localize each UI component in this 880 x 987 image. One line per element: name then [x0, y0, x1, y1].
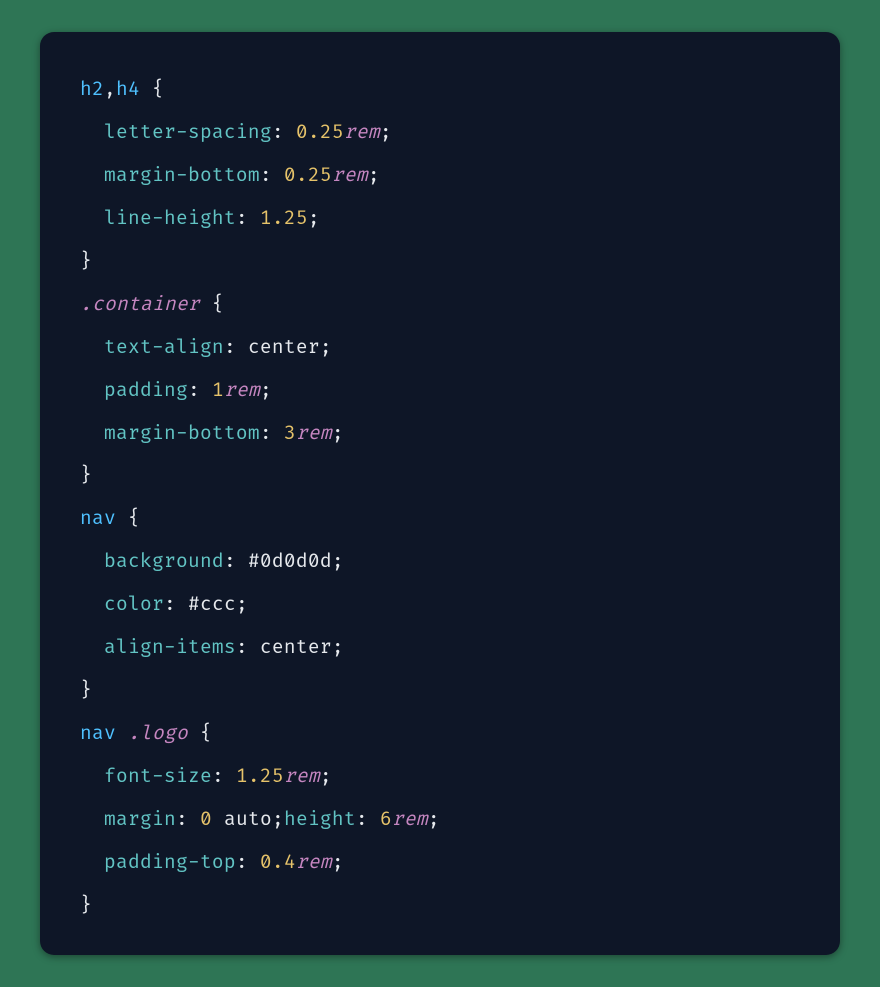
- token-prop: line-height: [104, 206, 236, 230]
- token-prop: height: [284, 807, 356, 831]
- token-punc: ;: [272, 807, 284, 831]
- token-tag: h2: [80, 77, 104, 101]
- token-prop: align-items: [104, 635, 236, 659]
- token-punc: [116, 721, 128, 745]
- token-num: 0: [200, 807, 212, 831]
- token-prop: background: [104, 549, 224, 573]
- token-class: .logo: [128, 721, 188, 745]
- token-num: 1.25: [260, 206, 308, 230]
- css-source[interactable]: h2,h4 { letter-spacing: 0.25rem; margin-…: [80, 68, 800, 927]
- token-hex: #ccc: [188, 592, 236, 616]
- token-punc: :: [236, 850, 260, 874]
- token-tag: nav: [80, 506, 116, 530]
- token-punc: ;: [308, 206, 320, 230]
- token-punc: {: [116, 506, 140, 530]
- token-punc: :: [356, 807, 380, 831]
- token-punc: :: [260, 421, 284, 445]
- token-num: 3: [284, 421, 296, 445]
- token-punc: }: [80, 893, 92, 917]
- token-punc: ;: [332, 421, 344, 445]
- code-block: h2,h4 { letter-spacing: 0.25rem; margin-…: [40, 32, 840, 955]
- token-num: 1: [212, 378, 224, 402]
- token-punc: ;: [332, 549, 344, 573]
- token-tag: h4: [116, 77, 140, 101]
- token-punc: }: [80, 249, 92, 273]
- token-num: 0.4: [260, 850, 296, 874]
- token-punc: ;: [428, 807, 440, 831]
- token-unit: rem: [344, 120, 380, 144]
- token-punc: :: [260, 163, 284, 187]
- token-punc: :: [188, 378, 212, 402]
- token-punc: ,: [104, 77, 116, 101]
- token-unit: rem: [392, 807, 428, 831]
- token-tag: nav: [80, 721, 116, 745]
- token-punc: ;: [236, 592, 248, 616]
- token-punc: ;: [332, 635, 344, 659]
- token-kw: center: [260, 635, 332, 659]
- token-prop: text-align: [104, 335, 224, 359]
- token-punc: ;: [320, 764, 332, 788]
- token-prop: margin: [104, 807, 176, 831]
- token-prop: padding: [104, 378, 188, 402]
- token-punc: ;: [260, 378, 272, 402]
- token-punc: :: [212, 764, 236, 788]
- token-punc: ;: [368, 163, 380, 187]
- token-kw: auto: [224, 807, 272, 831]
- token-punc: }: [80, 463, 92, 487]
- token-unit: rem: [332, 163, 368, 187]
- token-kw: center: [248, 335, 320, 359]
- token-punc: {: [140, 77, 164, 101]
- token-punc: ;: [332, 850, 344, 874]
- token-punc: :: [236, 635, 260, 659]
- token-prop: font-size: [104, 764, 212, 788]
- token-punc: :: [236, 206, 260, 230]
- token-punc: :: [164, 592, 188, 616]
- token-hex: #0d0d0d: [248, 549, 332, 573]
- token-punc: :: [176, 807, 200, 831]
- token-punc: [212, 807, 224, 831]
- token-num: 0.25: [284, 163, 332, 187]
- token-unit: rem: [296, 421, 332, 445]
- token-num: 6: [380, 807, 392, 831]
- token-punc: {: [200, 292, 224, 316]
- token-unit: rem: [224, 378, 260, 402]
- token-prop: letter-spacing: [104, 120, 272, 144]
- token-prop: padding-top: [104, 850, 236, 874]
- token-punc: :: [224, 335, 248, 359]
- token-prop: color: [104, 592, 164, 616]
- token-prop: margin-bottom: [104, 421, 260, 445]
- token-unit: rem: [296, 850, 332, 874]
- token-punc: :: [224, 549, 248, 573]
- token-num: 0.25: [296, 120, 344, 144]
- token-punc: }: [80, 678, 92, 702]
- token-punc: :: [272, 120, 296, 144]
- token-prop: margin-bottom: [104, 163, 260, 187]
- token-punc: ;: [380, 120, 392, 144]
- token-num: 1.25: [236, 764, 284, 788]
- token-class: .container: [80, 292, 200, 316]
- token-unit: rem: [284, 764, 320, 788]
- token-punc: {: [188, 721, 212, 745]
- token-punc: ;: [320, 335, 332, 359]
